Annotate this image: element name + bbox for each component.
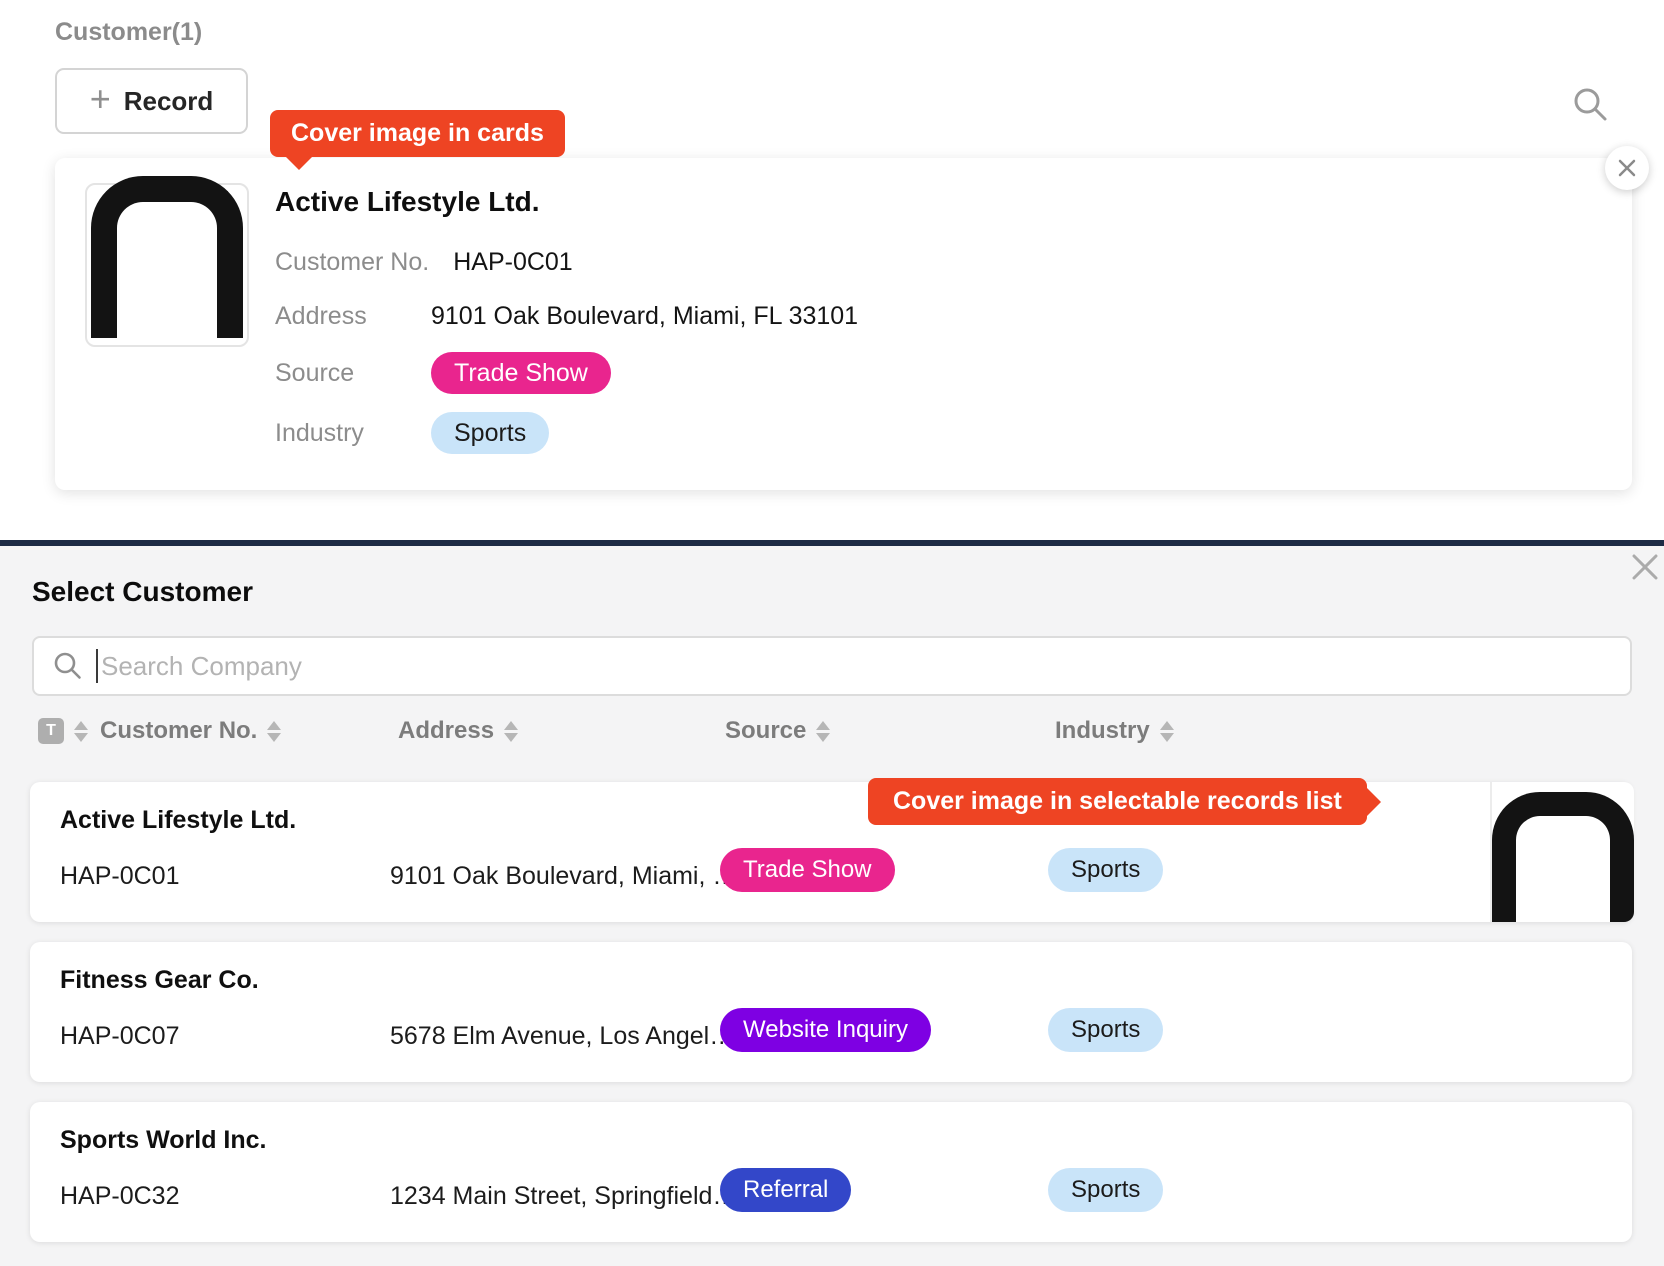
close-icon — [1630, 552, 1660, 582]
source-badge: Website Inquiry — [720, 1008, 931, 1052]
source-badge: Trade Show — [431, 352, 611, 394]
column-header-address[interactable]: Address — [398, 714, 518, 748]
field-row-source: Source Trade Show — [275, 352, 611, 394]
industry-badge: Sports — [1048, 1168, 1163, 1212]
letter-n-logo-icon — [1492, 792, 1634, 922]
type-column-icon: T — [38, 718, 64, 744]
field-label: Address — [275, 302, 431, 331]
cover-image — [85, 183, 249, 347]
column-header-type[interactable]: T — [38, 714, 88, 748]
field-row-address: Address 9101 Oak Boulevard, Miami, FL 33… — [275, 302, 858, 331]
row-customer-no: HAP-0C32 — [60, 1182, 180, 1211]
modal-title: Select Customer — [32, 576, 253, 608]
row-address: 5678 Elm Avenue, Los Angel… — [390, 1022, 734, 1051]
industry-badge: Sports — [1048, 1008, 1163, 1052]
tooltip-cover-image-in-cards: Cover image in cards — [270, 110, 565, 157]
table-row[interactable]: Active Lifestyle Ltd. HAP-0C01 9101 Oak … — [30, 782, 1632, 922]
column-header-source[interactable]: Source — [725, 714, 830, 748]
row-company-name: Sports World Inc. — [60, 1126, 267, 1155]
search-input[interactable] — [101, 651, 1612, 682]
row-customer-no: HAP-0C07 — [60, 1022, 180, 1051]
letter-n-logo-icon — [91, 176, 243, 338]
column-label: Address — [398, 717, 494, 745]
industry-badge: Sports — [1048, 848, 1163, 892]
page-title: Customer(1) — [55, 18, 202, 47]
source-badge: Trade Show — [720, 848, 895, 892]
tooltip-text: Cover image in cards — [291, 119, 544, 148]
sort-icon — [267, 721, 281, 742]
column-label: Industry — [1055, 717, 1150, 745]
tooltip-text: Cover image in selectable records list — [893, 787, 1342, 816]
row-address: 9101 Oak Boulevard, Miami, … — [390, 862, 737, 891]
row-address: 1234 Main Street, Springfield… — [390, 1182, 737, 1211]
row-customer-no: HAP-0C01 — [60, 862, 180, 891]
page: Customer(1) + Record Cover image in card… — [0, 0, 1664, 1266]
customer-name: Active Lifestyle Ltd. — [275, 186, 540, 218]
source-badge: Referral — [720, 1168, 851, 1212]
industry-badge: Sports — [431, 412, 549, 454]
record-button-label: Record — [124, 86, 214, 117]
close-icon — [1617, 158, 1637, 178]
add-record-button[interactable]: + Record — [55, 68, 248, 134]
sort-icon — [1160, 721, 1174, 742]
field-label: Source — [275, 359, 431, 388]
card-close-button[interactable] — [1605, 146, 1649, 190]
field-label: Customer No. — [275, 248, 453, 277]
search-icon — [52, 650, 84, 682]
select-customer-panel: Select Customer T Customer No. Address S… — [0, 546, 1664, 1266]
field-value: 9101 Oak Boulevard, Miami, FL 33101 — [431, 302, 858, 331]
field-label: Industry — [275, 419, 431, 448]
table-row[interactable]: Sports World Inc. HAP-0C32 1234 Main Str… — [30, 1102, 1632, 1242]
modal-close-button[interactable] — [1630, 552, 1660, 585]
column-header-customer-no[interactable]: Customer No. — [100, 714, 281, 748]
field-row-industry: Industry Sports — [275, 412, 549, 454]
row-company-name: Fitness Gear Co. — [60, 966, 259, 995]
search-input-wrapper[interactable] — [32, 636, 1632, 696]
sort-icon — [504, 721, 518, 742]
record-list: Active Lifestyle Ltd. HAP-0C01 9101 Oak … — [30, 782, 1632, 1262]
plus-icon: + — [90, 81, 111, 117]
customer-card: Active Lifestyle Ltd. Customer No. HAP-0… — [55, 158, 1632, 490]
text-cursor — [96, 649, 98, 683]
cover-image — [1490, 782, 1634, 922]
search-icon[interactable] — [1572, 86, 1610, 124]
row-company-name: Active Lifestyle Ltd. — [60, 806, 296, 835]
column-label: Source — [725, 717, 806, 745]
field-value: HAP-0C01 — [453, 248, 573, 277]
column-label: Customer No. — [100, 717, 257, 745]
column-header-industry[interactable]: Industry — [1055, 714, 1174, 748]
field-row-customer-no: Customer No. HAP-0C01 — [275, 248, 573, 277]
tooltip-cover-image-in-list: Cover image in selectable records list — [868, 778, 1367, 825]
sort-icon — [816, 721, 830, 742]
sort-icon — [74, 721, 88, 742]
table-row[interactable]: Fitness Gear Co. HAP-0C07 5678 Elm Avenu… — [30, 942, 1632, 1082]
